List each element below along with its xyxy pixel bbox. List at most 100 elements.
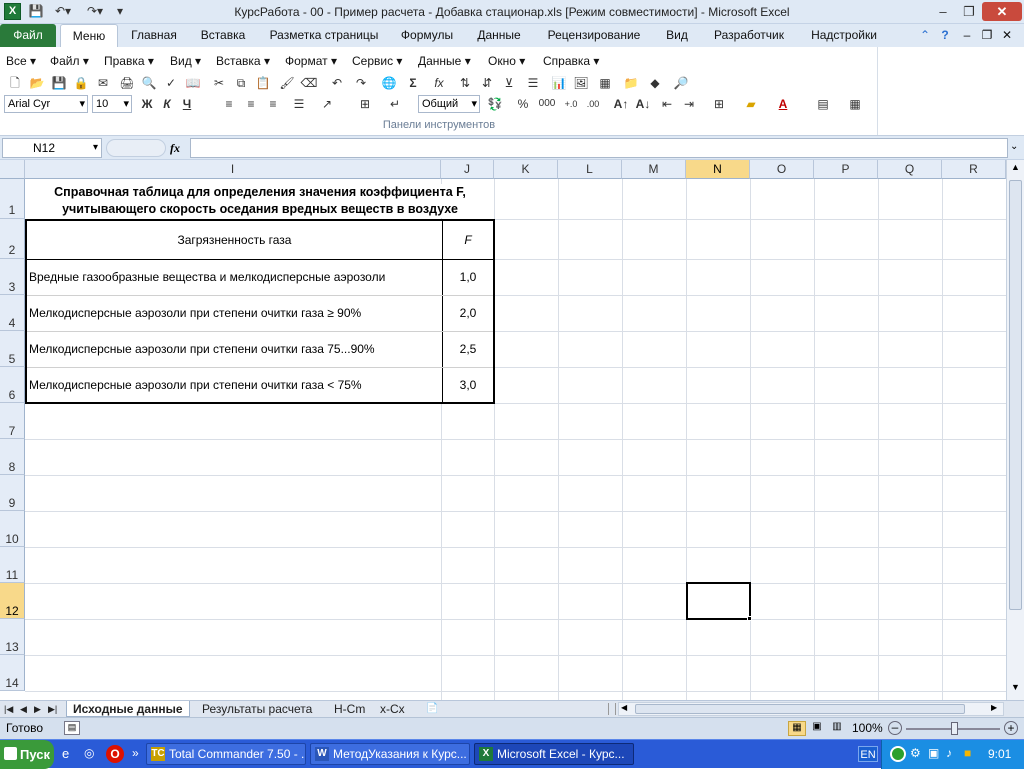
workbook-close-icon[interactable]: ✕ xyxy=(998,24,1016,47)
insert-function-icon[interactable]: fx xyxy=(428,74,450,92)
save-icon[interactable]: 💾 xyxy=(28,3,44,20)
f-value-cell[interactable]: 3,0 xyxy=(443,368,493,403)
help-icon[interactable]: ? xyxy=(936,24,954,47)
redo-icon[interactable]: ↷▾ xyxy=(82,3,108,20)
grid-icon[interactable]: ▦ xyxy=(596,74,614,92)
group-icon[interactable]: ☰ xyxy=(524,74,542,92)
new-icon[interactable]: 🗋 xyxy=(6,74,24,92)
decrease-decimal-icon[interactable]: .00 xyxy=(584,95,602,113)
tab-view[interactable]: Вид xyxy=(656,24,698,47)
insert-function-icon[interactable]: fx xyxy=(170,138,188,158)
chart-icon[interactable]: 📊 xyxy=(550,74,568,92)
row-header-14[interactable]: 14 xyxy=(0,655,25,691)
gas-label-cell[interactable]: Вредные газообразные вещества и мелкодис… xyxy=(29,260,441,295)
scroll-up-icon[interactable]: ▲ xyxy=(1008,162,1023,176)
tab-insert[interactable]: Вставка xyxy=(190,24,256,47)
print-icon[interactable]: 🖨 xyxy=(118,74,136,92)
fill-color-icon[interactable]: ▰ xyxy=(742,95,760,113)
percent-button[interactable]: % xyxy=(514,95,532,113)
filter-icon[interactable]: ⊻ xyxy=(500,74,518,92)
font-size-select[interactable]: 10 ▾ xyxy=(92,95,132,113)
column-header-m[interactable]: M xyxy=(622,160,686,179)
autosum-icon[interactable]: Σ xyxy=(404,74,422,92)
zoom-out-icon[interactable]: – xyxy=(888,721,902,735)
clear-icon[interactable]: ⌫ xyxy=(300,74,318,92)
quick-access-dropdown-icon[interactable]: ▾ xyxy=(114,3,126,20)
opera-icon[interactable]: O xyxy=(106,745,124,763)
tab-developer[interactable]: Разработчик xyxy=(702,24,796,47)
align-left-icon[interactable]: ≡ xyxy=(220,95,238,113)
sheet-tab-x-cx[interactable]: x-Cx xyxy=(374,701,411,717)
row-header-13[interactable]: 13 xyxy=(0,619,25,655)
normal-view-icon[interactable]: ▦ xyxy=(788,721,806,736)
orientation-icon[interactable]: ↗ xyxy=(318,95,336,113)
restore-button[interactable]: ❐ xyxy=(956,2,982,21)
scroll-left-icon[interactable]: ◀ xyxy=(621,703,627,712)
menu-insert[interactable]: Вставка ▾ xyxy=(216,53,270,69)
header-f[interactable]: F xyxy=(443,221,493,259)
close-button[interactable]: ✕ xyxy=(982,2,1022,21)
tab-review[interactable]: Рецензирование xyxy=(536,24,652,47)
hyperlink-icon[interactable]: 🌐 xyxy=(380,74,398,92)
row-header-10[interactable]: 10 xyxy=(0,511,25,547)
column-header-j[interactable]: J xyxy=(441,160,494,179)
tab-file[interactable]: Файл xyxy=(0,24,56,47)
scroll-thumb[interactable] xyxy=(1009,180,1022,610)
scroll-right-icon[interactable]: ▶ xyxy=(991,703,997,712)
permission-icon[interactable]: 🔒 xyxy=(72,74,90,92)
select-all-corner[interactable] xyxy=(0,160,25,179)
menu-edit[interactable]: Правка ▾ xyxy=(104,53,154,69)
format-painter-icon[interactable]: 🖌 xyxy=(278,74,296,92)
column-header-p[interactable]: P xyxy=(814,160,878,179)
undo-icon[interactable]: ↶▾ xyxy=(50,3,76,20)
row-header-1[interactable]: 1 xyxy=(0,179,25,219)
gas-label-cell[interactable]: Мелкодисперсные аэрозоли при степени очи… xyxy=(29,332,441,367)
gas-label-cell[interactable]: Мелкодисперсные аэрозоли при степени очи… xyxy=(29,296,441,331)
excel-app-icon[interactable]: X xyxy=(4,3,21,20)
row-header-6[interactable]: 6 xyxy=(0,367,25,403)
menu-view[interactable]: Вид ▾ xyxy=(170,53,201,69)
zoom-slider-handle[interactable] xyxy=(951,722,958,735)
ribbon-collapse-icon[interactable]: ⌃ xyxy=(916,24,934,47)
f-value-cell[interactable]: 2,0 xyxy=(443,296,493,331)
sort-ascending-icon[interactable]: ⇅ xyxy=(456,74,474,92)
header-gas-pollution[interactable]: Загрязненность газа xyxy=(27,221,442,259)
tab-formulas[interactable]: Формулы xyxy=(392,24,462,47)
drawing-icon[interactable]: 🖼 xyxy=(572,74,590,92)
desktop-icon[interactable]: ◎ xyxy=(84,746,100,762)
save-icon[interactable]: 💾 xyxy=(50,74,68,92)
column-header-i[interactable]: I xyxy=(25,160,441,179)
tray-icon-display[interactable]: ▣ xyxy=(928,746,939,760)
formula-expand-icon[interactable]: ⌄ xyxy=(1010,141,1018,152)
wrap-text-icon[interactable]: ↵ xyxy=(386,95,404,113)
menu-window[interactable]: Окно ▾ xyxy=(488,53,525,69)
tab-split-handle[interactable] xyxy=(608,703,616,715)
sort-descending-icon[interactable]: ⇵ xyxy=(478,74,496,92)
f-value-cell[interactable]: 1,0 xyxy=(443,260,493,295)
merge-center-icon[interactable]: ⊞ xyxy=(356,95,374,113)
column-header-n[interactable]: N xyxy=(686,160,750,179)
menu-tools[interactable]: Сервис ▾ xyxy=(352,53,402,69)
menu-data[interactable]: Данные ▾ xyxy=(418,53,471,69)
row-header-4[interactable]: 4 xyxy=(0,295,25,331)
start-button[interactable]: Пуск xyxy=(0,740,54,769)
thousands-separator-button[interactable]: 000 xyxy=(536,95,558,113)
page-break-view-icon[interactable]: ▥ xyxy=(828,721,846,736)
tray-icon-speaker[interactable]: ♪ xyxy=(946,746,952,760)
row-header-2[interactable]: 2 xyxy=(0,219,25,259)
zoom-in-icon[interactable]: + xyxy=(1004,721,1018,735)
borders-icon[interactable]: ⊞ xyxy=(710,95,728,113)
sheet-nav-last-icon[interactable]: ▶| xyxy=(46,701,59,717)
undo-icon[interactable]: ↶ xyxy=(328,74,346,92)
sheet-tab-input-data[interactable]: Исходные данные xyxy=(66,701,190,717)
print-preview-icon[interactable]: 🔍 xyxy=(140,74,158,92)
zoom-level[interactable]: 100% xyxy=(852,721,883,735)
row-header-11[interactable]: 11 xyxy=(0,547,25,583)
menu-help[interactable]: Справка ▾ xyxy=(543,53,599,69)
redo-icon[interactable]: ↷ xyxy=(352,74,370,92)
sheet-nav-first-icon[interactable]: |◀ xyxy=(2,701,15,717)
gas-label-cell[interactable]: Мелкодисперсные аэрозоли при степени очи… xyxy=(29,368,441,403)
increase-decimal-icon[interactable]: +.0 xyxy=(562,95,580,113)
tab-data[interactable]: Данные xyxy=(466,24,532,47)
sheet-nav-prev-icon[interactable]: ◀ xyxy=(18,701,29,717)
